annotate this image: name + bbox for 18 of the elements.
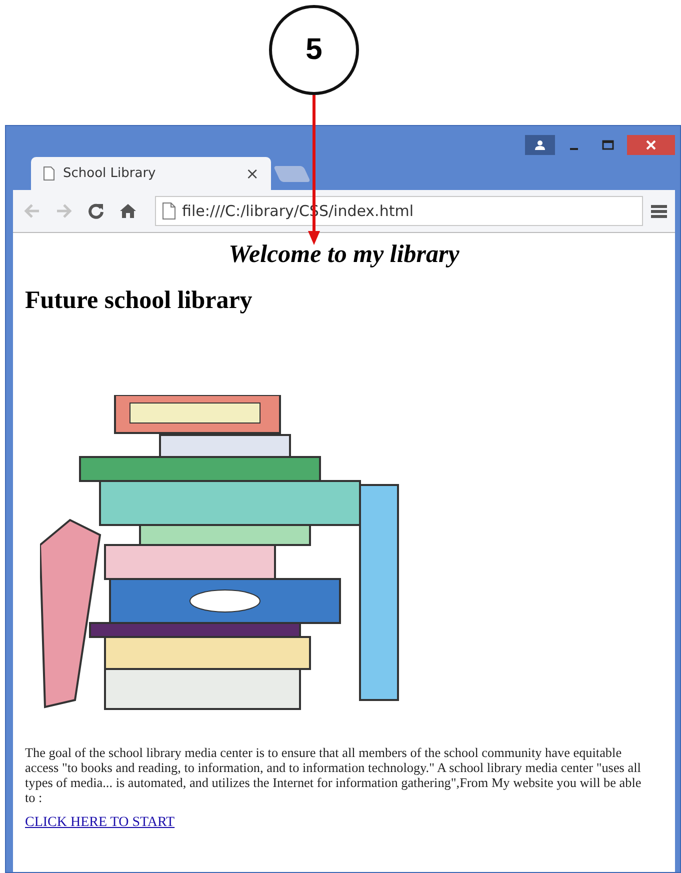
browser-tab[interactable]: School Library × (31, 157, 271, 190)
home-icon[interactable] (119, 202, 137, 220)
reload-icon[interactable] (87, 202, 105, 220)
menu-icon[interactable] (651, 204, 667, 218)
maximize-icon (602, 140, 614, 150)
welcome-title: Welcome to my library (228, 241, 460, 269)
start-link[interactable]: CLICK HERE TO START (25, 815, 175, 831)
close-icon (645, 139, 657, 151)
step-number: 5 (269, 5, 359, 95)
tab-close-button[interactable]: × (246, 164, 259, 183)
tab-title: School Library (63, 166, 157, 181)
close-button[interactable] (627, 135, 675, 155)
paragraph: The goal of the school library media center is to ensure that all members of the school community have equitable access "to books and reading, to information, and to information technology." A school library media center "uses all types of media... is automated, and utilizes the Internet for information gathering",From My website you will be able to : (25, 745, 642, 805)
minimize-icon (570, 148, 578, 150)
page-icon (162, 202, 176, 220)
page-heading: Future school library (25, 287, 254, 315)
page-icon (43, 166, 55, 181)
user-icon[interactable] (525, 135, 555, 155)
